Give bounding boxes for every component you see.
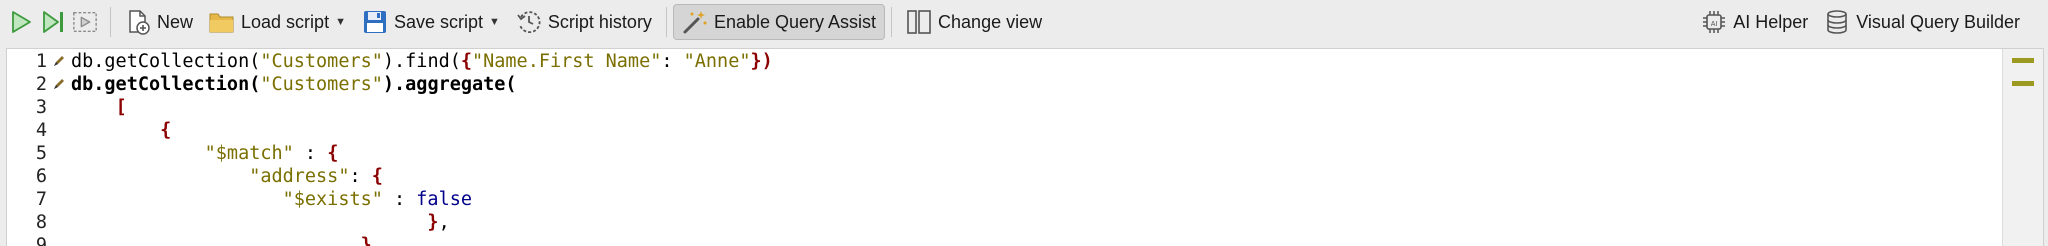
code-token: "address" (249, 166, 350, 187)
visual-query-builder-button[interactable]: Visual Query Builder (1816, 5, 2028, 39)
save-script-label: Save script (393, 11, 484, 32)
floppy-disk-icon (362, 9, 388, 35)
code-text: }, (71, 211, 450, 234)
toolbar-separator (891, 7, 893, 37)
edit-marker-icon (54, 79, 64, 89)
toolbar-separator (110, 7, 111, 37)
code-token: "Customers" (260, 51, 383, 72)
folder-icon (209, 9, 235, 35)
play-selection-icon (72, 9, 98, 35)
toolbar-right-group: AI AI Helper Visual Query Builder (1693, 0, 2048, 44)
history-icon (516, 9, 542, 35)
code-token: : (293, 143, 328, 164)
code-text: db.getCollection("Customers").find({"Nam… (71, 50, 773, 73)
play-step-icon (40, 9, 66, 35)
line-number: 1 (35, 51, 47, 72)
code-token: } (360, 235, 372, 246)
line-number: 9 (35, 235, 47, 246)
vertical-scrollbar[interactable] (2002, 49, 2043, 246)
svg-text:AI: AI (1711, 21, 1718, 28)
script-history-button[interactable]: Script history (508, 5, 660, 39)
code-token: "$exists" (282, 189, 383, 210)
overview-ruler-mark (2012, 58, 2034, 63)
code-token: "Customers" (260, 74, 383, 95)
database-icon (1824, 9, 1850, 35)
enable-query-assist-button[interactable]: Enable Query Assist (672, 4, 886, 40)
new-label: New (157, 11, 194, 32)
load-script-label: Load script (241, 11, 330, 32)
line-number: 7 (35, 189, 47, 210)
enable-query-assist-label: Enable Query Assist (713, 11, 877, 32)
code-token: [ (115, 97, 127, 118)
code-token: }) (750, 51, 773, 72)
run-statement-button[interactable] (37, 5, 69, 39)
change-view-button[interactable]: Change view (898, 5, 1050, 39)
line-number: 6 (35, 166, 47, 187)
load-script-button[interactable]: Load script ▼ (201, 5, 354, 39)
save-script-button[interactable]: Save script ▼ (354, 5, 508, 39)
code-token: "Anne" (683, 51, 751, 72)
code-token: ).find( (382, 51, 461, 72)
new-document-icon (125, 9, 151, 35)
ai-chip-icon: AI (1701, 9, 1727, 35)
chevron-down-icon: ▼ (489, 16, 500, 28)
line-number: 5 (35, 143, 47, 164)
run-selection-button[interactable] (69, 5, 104, 39)
code-token: "Name.First Name" (472, 51, 662, 72)
code-token: ).aggregate( (382, 74, 517, 95)
code-token: { (327, 143, 339, 164)
code-text: "address": { (71, 165, 383, 188)
code-token: db.getCollection( (71, 74, 261, 95)
edit-marker-icon (54, 56, 64, 66)
code-token: db.getCollection( (71, 51, 261, 72)
play-icon (8, 9, 34, 35)
code-token: "$match" (204, 143, 294, 164)
code-token: } (427, 212, 439, 233)
code-token: : (349, 166, 372, 187)
code-text: { (71, 119, 171, 142)
code-text: "$match" : { (71, 142, 339, 165)
toolbar: New Load script ▼ Save script ▼ Script h… (0, 0, 2048, 44)
code-token: { (460, 51, 472, 72)
code-text: [ (71, 96, 127, 119)
new-button[interactable]: New (117, 5, 201, 39)
ai-helper-label: AI Helper (1733, 11, 1809, 32)
ai-helper-button[interactable]: AI AI Helper (1693, 5, 1816, 39)
code-token: : (661, 51, 684, 72)
line-number: 8 (35, 212, 47, 233)
script-editor[interactable]: 1 db.getCollection("Customers").find({"Na… (6, 48, 2044, 246)
toolbar-separator (665, 7, 667, 37)
chevron-down-icon: ▼ (335, 16, 346, 28)
overview-ruler-mark (2012, 81, 2034, 86)
line-number: 3 (35, 97, 47, 118)
script-history-label: Script history (547, 11, 652, 32)
code-token: false (416, 189, 472, 210)
code-token: { (371, 166, 383, 187)
visual-query-builder-label: Visual Query Builder (1856, 11, 2020, 32)
magic-wand-icon (682, 9, 708, 35)
toolbar-left-group: New Load script ▼ Save script ▼ Script h… (0, 0, 1050, 44)
code-text: "$exists" : false (71, 188, 472, 211)
code-text: } (71, 234, 372, 246)
code-token: : (382, 189, 417, 210)
line-number: 4 (35, 120, 47, 141)
split-view-icon (906, 9, 932, 35)
code-text: db.getCollection("Customers").aggregate( (71, 73, 517, 96)
code-token: , (438, 212, 450, 233)
line-number: 2 (35, 74, 47, 95)
change-view-label: Change view (938, 11, 1043, 32)
run-button[interactable] (0, 5, 37, 39)
code-token: { (160, 120, 172, 141)
